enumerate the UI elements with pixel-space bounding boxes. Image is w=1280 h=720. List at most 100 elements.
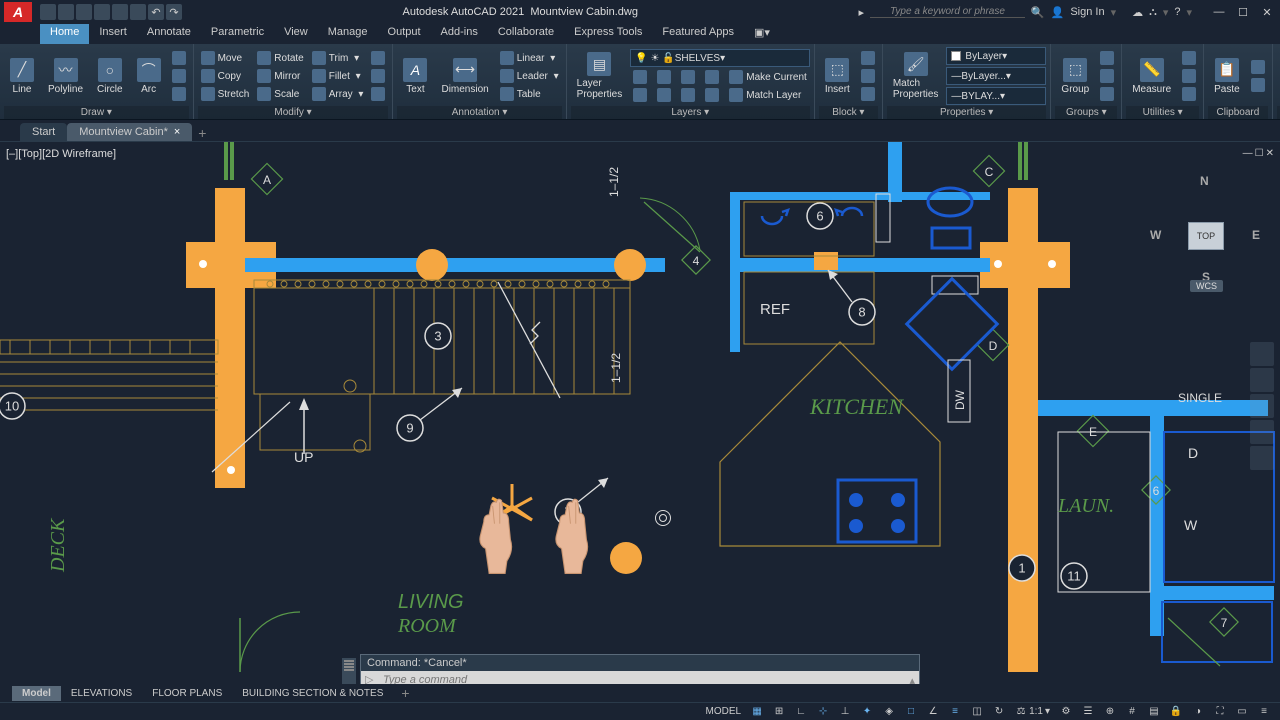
copyclip-button[interactable] — [1248, 77, 1268, 93]
panel-title-utilities[interactable]: Utilities ▾ — [1126, 106, 1199, 119]
layer-properties-button[interactable]: ▤Layer Properties — [571, 50, 629, 102]
layer-lock-button[interactable] — [678, 69, 698, 85]
explode-button[interactable] — [368, 68, 388, 84]
layer-freeze-button[interactable] — [654, 69, 674, 85]
paste-button[interactable]: 📋Paste — [1208, 56, 1246, 97]
app-logo-icon[interactable]: A — [4, 2, 32, 22]
tab-output[interactable]: Output — [378, 24, 431, 44]
status-iso-icon[interactable]: ◈ — [879, 705, 899, 719]
search-icon[interactable]: ▸ — [859, 6, 865, 19]
panel-title-block[interactable]: Block ▾ — [819, 106, 878, 119]
arc-button[interactable]: ⌒Arc — [131, 56, 167, 97]
status-annoscale-icon[interactable]: ⚖ 1:1 ▾ — [1011, 705, 1054, 719]
maximize-button[interactable]: ☐ — [1234, 5, 1252, 19]
tab-annotate[interactable]: Annotate — [137, 24, 201, 44]
panel-title-groups[interactable]: Groups ▾ — [1055, 106, 1117, 119]
tab-manage[interactable]: Manage — [318, 24, 378, 44]
status-lwt-icon[interactable]: ≡ — [945, 705, 965, 719]
trim-button[interactable]: Trim ▾ — [309, 50, 367, 66]
tab-parametric[interactable]: Parametric — [201, 24, 274, 44]
status-model[interactable]: MODEL — [702, 705, 746, 718]
nav-pan-icon[interactable] — [1250, 368, 1274, 392]
tab-addins[interactable]: Add-ins — [431, 24, 488, 44]
qat-save-icon[interactable] — [76, 4, 92, 20]
nav-orbit-icon[interactable] — [1250, 420, 1274, 444]
nav-showmotion-icon[interactable] — [1250, 446, 1274, 470]
hatch-button[interactable] — [169, 86, 189, 102]
status-quickprops-icon[interactable]: ▤ — [1144, 705, 1164, 719]
layer-thaw-button[interactable] — [654, 87, 674, 103]
measure-button[interactable]: 📏Measure — [1126, 56, 1177, 97]
layer-dropdown[interactable]: 💡 ☀ 🔓 SHELVES ▾ — [630, 49, 810, 67]
filetab-doc[interactable]: Mountview Cabin*× — [67, 123, 192, 141]
minimize-button[interactable]: — — [1210, 5, 1228, 19]
qat-open-icon[interactable] — [58, 4, 74, 20]
group-button[interactable]: ⬚Group — [1055, 56, 1095, 97]
status-lock-icon[interactable]: 🔒 — [1166, 705, 1186, 719]
layer-uniso-button[interactable] — [630, 87, 650, 103]
viewport-min-icon[interactable]: — — [1243, 148, 1253, 159]
panel-title-properties[interactable]: Properties ▾ — [887, 106, 1047, 119]
panel-title-clipboard[interactable]: Clipboard — [1208, 106, 1268, 119]
viewport-close-icon[interactable]: ✕ — [1266, 148, 1274, 159]
close-button[interactable]: ✕ — [1258, 5, 1276, 19]
qat-plot-icon[interactable] — [130, 4, 146, 20]
edit-block-button[interactable] — [858, 68, 878, 84]
drawing-canvas[interactable]: [–][Top][2D Wireframe] — [0, 142, 1280, 672]
lineweight-dropdown[interactable]: — ByLayer... ▾ — [946, 67, 1046, 85]
linear-button[interactable]: Linear ▾ — [497, 50, 562, 66]
user-icon[interactable]: 👤 — [1051, 6, 1065, 19]
status-infer-icon[interactable]: ∟ — [791, 705, 811, 719]
tab-view[interactable]: View — [274, 24, 318, 44]
status-grid-icon[interactable]: ▦ — [747, 705, 767, 719]
viewcube-wcs[interactable]: WCS — [1190, 280, 1223, 292]
status-osnap-icon[interactable]: □ — [901, 705, 921, 719]
status-transparency-icon[interactable]: ◫ — [967, 705, 987, 719]
text-button[interactable]: AText — [397, 56, 433, 97]
copy-button[interactable]: Copy — [198, 68, 253, 84]
nav-wheel-icon[interactable] — [1250, 342, 1274, 366]
qat-web-icon[interactable] — [112, 4, 128, 20]
close-tab-icon[interactable]: × — [174, 126, 180, 138]
panel-title-layers[interactable]: Layers ▾ — [571, 106, 810, 119]
ungroup-button[interactable] — [1097, 50, 1117, 66]
layout-floorplans[interactable]: FLOOR PLANS — [142, 686, 232, 701]
tab-home[interactable]: Home — [40, 24, 89, 44]
mirror-button[interactable]: Mirror — [254, 68, 306, 84]
viewcube[interactable]: N E S W TOP WCS — [1150, 172, 1260, 292]
panel-title-modify[interactable]: Modify ▾ — [198, 106, 389, 119]
group-edit-button[interactable] — [1097, 68, 1117, 84]
panel-title-draw[interactable]: Draw ▾ — [4, 106, 189, 119]
line-button[interactable]: ╱Line — [4, 56, 40, 97]
edit-attr-button[interactable] — [858, 86, 878, 102]
group-bbox-button[interactable] — [1097, 86, 1117, 102]
color-dropdown[interactable]: ByLayer ▾ — [946, 47, 1046, 65]
panel-title-annotation[interactable]: Annotation ▾ — [397, 106, 561, 119]
layer-unlock-button[interactable] — [678, 87, 698, 103]
status-dyn-icon[interactable]: ⊹ — [813, 705, 833, 719]
viewcube-n[interactable]: N — [1200, 174, 1209, 188]
status-cycling-icon[interactable]: ↻ — [989, 705, 1009, 719]
stretch-button[interactable]: Stretch — [198, 86, 253, 102]
calc-button[interactable] — [1179, 86, 1199, 102]
fillet-button[interactable]: Fillet ▾ — [309, 68, 367, 84]
match-layer-button[interactable]: Match Layer — [726, 87, 804, 103]
status-hardware-icon[interactable]: ⛶ — [1210, 705, 1230, 719]
linetype-dropdown[interactable]: — BYLAY... ▾ — [946, 87, 1046, 105]
autodesk-app-icon[interactable]: ⛬ — [1149, 6, 1157, 19]
share-icon[interactable]: ☁ — [1132, 6, 1143, 19]
status-units-icon[interactable]: # — [1122, 705, 1142, 719]
layout-elevations[interactable]: ELEVATIONS — [61, 686, 142, 701]
qat-new-icon[interactable] — [40, 4, 56, 20]
layout-sections[interactable]: BUILDING SECTION & NOTES — [232, 686, 393, 701]
search-hint[interactable]: Type a keyword or phrase — [870, 6, 1025, 18]
ellipse-button[interactable] — [169, 68, 189, 84]
circle-button[interactable]: ○Circle — [91, 56, 129, 97]
status-snap-icon[interactable]: ⊞ — [769, 705, 789, 719]
status-otrack-icon[interactable]: ∠ — [923, 705, 943, 719]
status-customize-icon[interactable]: ≡ — [1254, 705, 1274, 719]
status-workspace-icon[interactable]: ☰ — [1078, 705, 1098, 719]
make-current-button[interactable]: Make Current — [726, 69, 810, 85]
tab-collaborate[interactable]: Collaborate — [488, 24, 564, 44]
status-gear-icon[interactable]: ⚙ — [1056, 705, 1076, 719]
